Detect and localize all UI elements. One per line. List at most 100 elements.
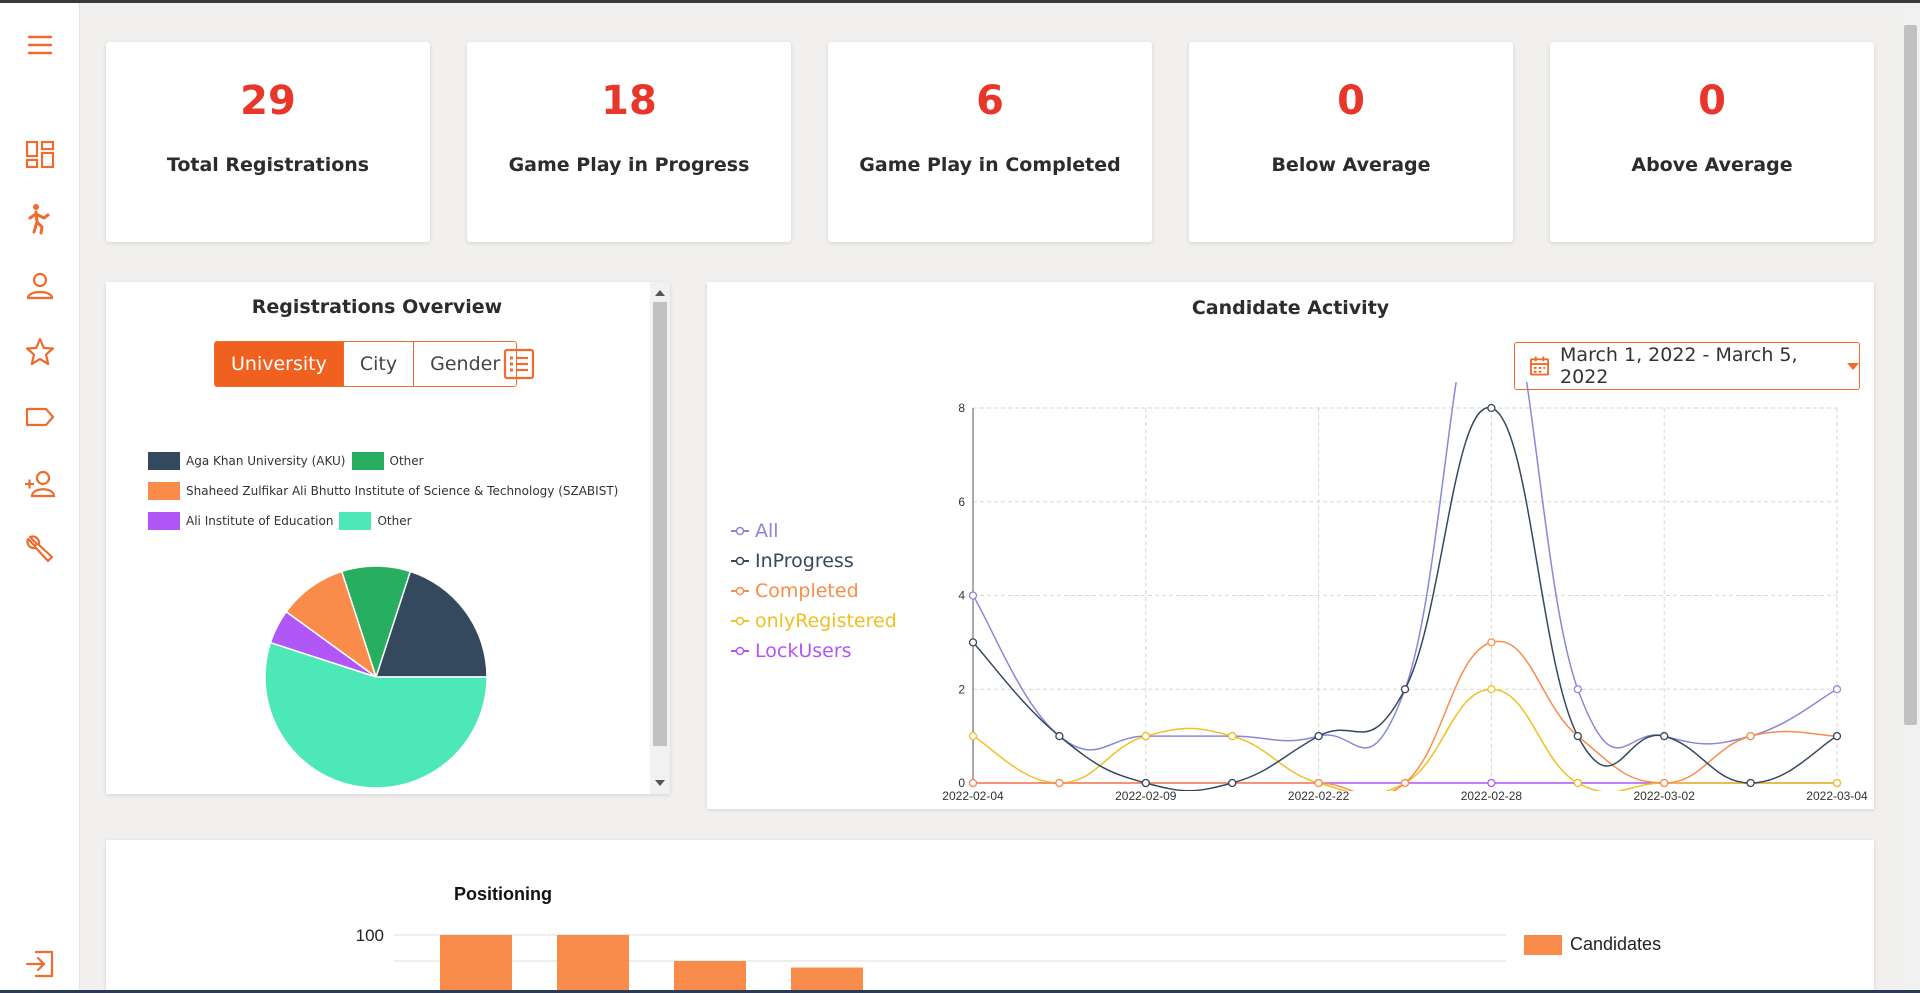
stat-card-above-average: 0 Above Average bbox=[1550, 42, 1874, 242]
positioning-panel: Positioning Candidates 100 bbox=[106, 840, 1874, 993]
data-point[interactable] bbox=[968, 731, 978, 741]
x-tick-label: 2022-02-22 bbox=[1288, 789, 1350, 803]
star-icon[interactable] bbox=[24, 336, 56, 368]
data-point[interactable] bbox=[1314, 731, 1323, 741]
y-tick-label: 4 bbox=[958, 589, 965, 603]
scroll-up-arrow-icon[interactable] bbox=[655, 290, 665, 296]
tab-gender[interactable]: Gender bbox=[413, 342, 517, 386]
stat-value: 29 bbox=[240, 78, 296, 124]
legend-swatch bbox=[148, 482, 180, 500]
data-point[interactable] bbox=[1573, 731, 1582, 741]
logout-icon[interactable] bbox=[24, 948, 56, 980]
stat-value: 0 bbox=[1337, 78, 1365, 124]
legend-label: Other bbox=[377, 514, 412, 528]
page-scrollbar-thumb[interactable] bbox=[1904, 25, 1917, 725]
scrollbar-thumb[interactable] bbox=[653, 302, 667, 746]
legend-item[interactable]: Ali Institute of Education bbox=[148, 512, 333, 530]
wrench-icon[interactable] bbox=[24, 533, 56, 565]
data-point[interactable] bbox=[1746, 731, 1755, 741]
stat-card-total-registrations: 29 Total Registrations bbox=[106, 42, 430, 242]
panel-scrollbar[interactable] bbox=[650, 282, 670, 794]
data-point[interactable] bbox=[968, 591, 978, 600]
bar[interactable] bbox=[440, 935, 512, 993]
legend-item[interactable]: Other bbox=[339, 512, 412, 530]
data-point[interactable] bbox=[1487, 778, 1496, 788]
series-line bbox=[972, 640, 1838, 791]
x-tick-label: 2022-03-04 bbox=[1806, 789, 1868, 803]
registrations-overview-panel: Registrations Overview University City G… bbox=[106, 282, 670, 794]
legend-item[interactable]: Other bbox=[351, 452, 424, 470]
y-tick-label: 8 bbox=[958, 401, 965, 415]
y-tick-label: 100 bbox=[356, 926, 384, 945]
y-tick-label: 6 bbox=[958, 495, 965, 509]
data-point[interactable] bbox=[1400, 685, 1410, 694]
data-point[interactable] bbox=[1487, 403, 1496, 413]
legend-swatch bbox=[351, 452, 384, 470]
data-point[interactable] bbox=[1228, 731, 1237, 741]
legend-item[interactable]: Shaheed Zulfikar Ali Bhutto Institute of… bbox=[148, 482, 618, 500]
positioning-bar-chart: 100 bbox=[356, 926, 1506, 993]
data-point[interactable] bbox=[1228, 778, 1237, 788]
data-point[interactable] bbox=[1660, 778, 1669, 788]
tab-university[interactable]: University bbox=[215, 342, 343, 386]
data-point[interactable] bbox=[1487, 638, 1496, 647]
legend-item[interactable]: Aga Khan University (AKU) bbox=[148, 452, 346, 470]
data-point[interactable] bbox=[1832, 731, 1842, 741]
page-scrollbar[interactable] bbox=[1901, 3, 1920, 990]
stat-card-game-play-completed: 6 Game Play in Completed bbox=[828, 42, 1152, 242]
data-point[interactable] bbox=[1141, 731, 1150, 741]
x-tick-label: 2022-02-28 bbox=[1461, 789, 1523, 803]
stat-label: Below Average bbox=[1271, 154, 1431, 176]
data-point[interactable] bbox=[1141, 778, 1150, 788]
data-point[interactable] bbox=[968, 638, 978, 647]
registrations-pie-chart bbox=[264, 565, 488, 789]
stat-label: Total Registrations bbox=[166, 154, 370, 176]
pie-legend-row: Ali Institute of Education Other bbox=[148, 512, 418, 530]
stat-value: 0 bbox=[1698, 78, 1726, 124]
data-point[interactable] bbox=[1832, 778, 1842, 788]
data-point[interactable] bbox=[1573, 685, 1582, 694]
legend-swatch bbox=[339, 512, 372, 530]
registrations-title: Registrations Overview bbox=[251, 296, 503, 318]
candidate-activity-line-chart: 0 2 4 6 8 2022-02-04 2022-02-09 2022-02-22 2022-… bbox=[942, 382, 1868, 803]
pie-legend-row: Aga Khan University (AKU) Other bbox=[148, 452, 430, 470]
data-point[interactable] bbox=[1400, 778, 1410, 788]
legend-label: Shaheed Zulfikar Ali Bhutto Institute of… bbox=[186, 484, 619, 498]
bar[interactable] bbox=[557, 935, 629, 993]
tag-icon[interactable] bbox=[24, 401, 56, 433]
stat-value: 18 bbox=[601, 78, 657, 124]
scroll-down-arrow-icon[interactable] bbox=[655, 780, 665, 786]
legend-label: Ali Institute of Education bbox=[186, 514, 334, 528]
sidebar bbox=[0, 3, 80, 990]
tab-city[interactable]: City bbox=[342, 342, 414, 386]
y-tick-label: 0 bbox=[958, 776, 965, 790]
player-icon[interactable] bbox=[24, 203, 56, 235]
x-tick-label: 2022-02-09 bbox=[1115, 789, 1177, 803]
data-point[interactable] bbox=[1055, 731, 1064, 741]
bar[interactable] bbox=[674, 961, 746, 993]
add-user-icon[interactable] bbox=[24, 468, 56, 500]
legend-swatch bbox=[148, 512, 180, 530]
stat-value: 6 bbox=[976, 78, 1004, 124]
data-point[interactable] bbox=[1746, 778, 1755, 788]
stat-card-game-play-in-progress: 18 Game Play in Progress bbox=[467, 42, 791, 242]
stat-label: Game Play in Completed bbox=[859, 154, 1121, 176]
list-view-icon[interactable] bbox=[503, 348, 535, 380]
stat-card-below-average: 0 Below Average bbox=[1189, 42, 1513, 242]
dashboard-icon[interactable] bbox=[24, 138, 56, 170]
legend-label: Other bbox=[389, 454, 424, 468]
legend-swatch bbox=[148, 452, 180, 470]
pie-legend-row: Shaheed Zulfikar Ali Bhutto Institute of… bbox=[148, 482, 624, 500]
x-tick-label: 2022-02-04 bbox=[942, 789, 1004, 803]
data-point[interactable] bbox=[968, 778, 978, 788]
menu-icon[interactable] bbox=[24, 29, 56, 61]
user-icon[interactable] bbox=[24, 270, 56, 302]
data-point[interactable] bbox=[1314, 778, 1323, 788]
data-point[interactable] bbox=[1573, 778, 1582, 788]
data-point[interactable] bbox=[1832, 685, 1842, 694]
data-point[interactable] bbox=[1055, 778, 1064, 788]
series-line bbox=[972, 382, 1838, 751]
data-point[interactable] bbox=[1660, 731, 1669, 741]
candidate-activity-panel: Candidate Activity March 1, 2022 - March… bbox=[707, 282, 1874, 809]
data-point[interactable] bbox=[1487, 685, 1496, 694]
